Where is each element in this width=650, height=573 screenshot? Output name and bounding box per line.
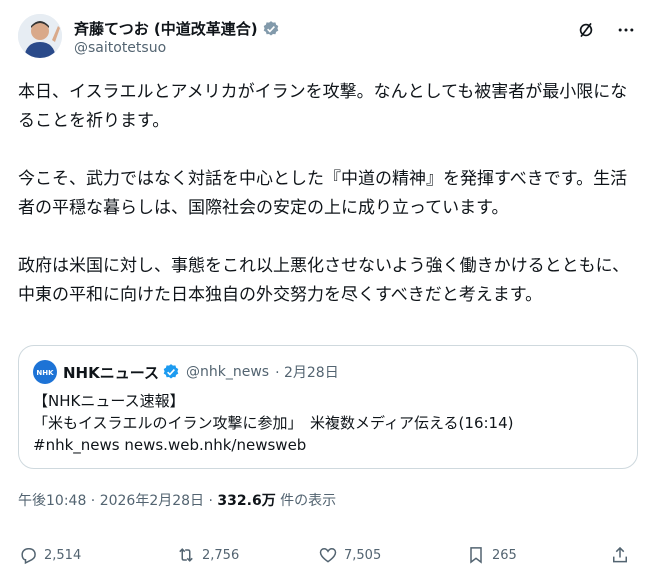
tweet-paragraph: 本日、イスラエルとアメリカがイランを攻撃。なんとしても被害者が最小限になることを…: [18, 82, 628, 131]
quote-line[interactable]: #nhk_news news.web.nhk/newsweb: [33, 434, 514, 456]
views-label: 件の表示: [275, 493, 337, 509]
quote-line: 「米もイスラエルのイラン攻撃に参加」 米複数メディア伝える(16:14): [33, 414, 514, 432]
like-count: 7,505: [344, 547, 382, 563]
tweet-paragraph: 政府は米国に対し、事態をこれ以上悪化させないよう強く働きかけるとともに、中東の平…: [18, 256, 630, 305]
reply-button[interactable]: 2,514: [18, 545, 81, 565]
bookmark-button[interactable]: 265: [466, 545, 517, 565]
more-icon[interactable]: [616, 20, 636, 40]
quote-author-handle[interactable]: @nhk_news: [186, 364, 269, 380]
nhk-avatar[interactable]: NHK: [33, 360, 57, 384]
like-icon: [319, 547, 337, 563]
verified-badge-icon: [262, 20, 280, 38]
quote-tweet[interactable]: NHK NHKニュース @nhk_news · 2月28日 【NHKニュース速報…: [18, 345, 638, 469]
reply-icon: [21, 548, 36, 565]
tweet-text: 本日、イスラエルとアメリカがイランを攻撃。なんとしても被害者が最小限になることを…: [18, 78, 638, 310]
view-count: 332.6万: [217, 493, 276, 509]
share-button[interactable]: [610, 545, 636, 565]
avatar[interactable]: [18, 14, 62, 58]
quote-line: 【NHKニュース速報】: [33, 392, 185, 410]
quote-text: 【NHKニュース速報】「米もイスラエルのイラン攻撃に参加」 米複数メディア伝える…: [33, 390, 514, 456]
bookmark-icon: [470, 547, 482, 564]
share-icon: [613, 546, 627, 563]
author-name[interactable]: 斉藤てつお (中道改革連合): [74, 18, 258, 39]
author-handle[interactable]: @saitotetsuo: [74, 40, 166, 56]
tweet-header: 斉藤てつお (中道改革連合) @saitotetsuo: [18, 14, 636, 64]
repost-icon: [179, 548, 193, 562]
like-button[interactable]: 7,505: [318, 545, 381, 565]
action-bar: 2,514 2,756 7,505 265: [18, 537, 632, 571]
tweet-meta: 午後10:48 · 2026年2月28日 · 332.6万 件の表示: [18, 490, 336, 510]
verified-badge-icon: [162, 363, 180, 381]
svg-text:NHK: NHK: [36, 369, 54, 377]
repost-count: 2,756: [202, 547, 240, 563]
tweet-timestamp[interactable]: 午後10:48 · 2026年2月28日 ·: [18, 493, 217, 509]
bookmark-count: 265: [492, 547, 517, 563]
repost-button[interactable]: 2,756: [176, 545, 239, 565]
quote-author-name[interactable]: NHKニュース: [63, 362, 159, 383]
reply-count: 2,514: [44, 547, 82, 563]
grok-icon[interactable]: [576, 20, 596, 40]
quote-date[interactable]: · 2月28日: [275, 362, 339, 382]
tweet-paragraph: 今こそ、武力ではなく対話を中心とした『中道の精神』を発揮すべきです。生活者の平穏…: [18, 169, 628, 218]
